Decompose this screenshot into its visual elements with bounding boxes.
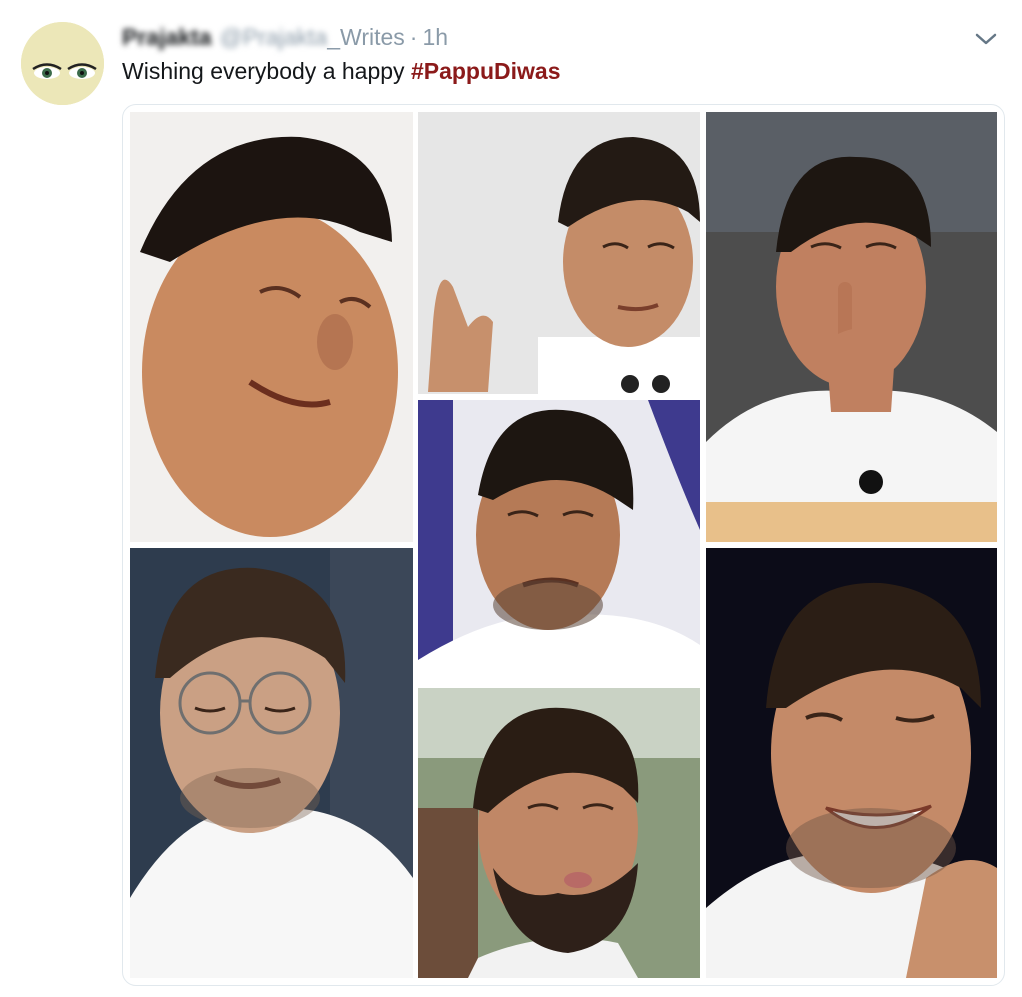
photo-5[interactable]: [130, 548, 413, 978]
avatar-eyes-image: [21, 22, 104, 105]
photo-7[interactable]: [706, 548, 997, 978]
avatar[interactable]: [21, 22, 104, 105]
photo-2[interactable]: [418, 112, 700, 394]
tweet-header: Prajakta @Prajakta_Writes · 1h: [122, 22, 448, 52]
handle-blurred-part: @Prajakta: [219, 23, 328, 50]
photo-3[interactable]: [706, 112, 997, 542]
media-collage[interactable]: [122, 104, 1005, 986]
hashtag-link[interactable]: #PappuDiwas: [411, 58, 561, 84]
photo-6[interactable]: [418, 688, 700, 978]
handle-visible-part: _Writes: [327, 23, 405, 50]
timestamp[interactable]: 1h: [422, 24, 448, 51]
photo-1[interactable]: [130, 112, 413, 542]
chevron-down-icon[interactable]: [974, 30, 998, 48]
photo-4[interactable]: [418, 400, 700, 682]
display-name[interactable]: Prajakta: [122, 24, 212, 51]
tweet-text: Wishing everybody a happy #PappuDiwas: [122, 58, 560, 85]
user-handle[interactable]: @Prajakta_Writes: [220, 24, 405, 51]
tweet-text-body: Wishing everybody a happy: [122, 58, 411, 84]
meta-separator: ·: [409, 23, 418, 50]
